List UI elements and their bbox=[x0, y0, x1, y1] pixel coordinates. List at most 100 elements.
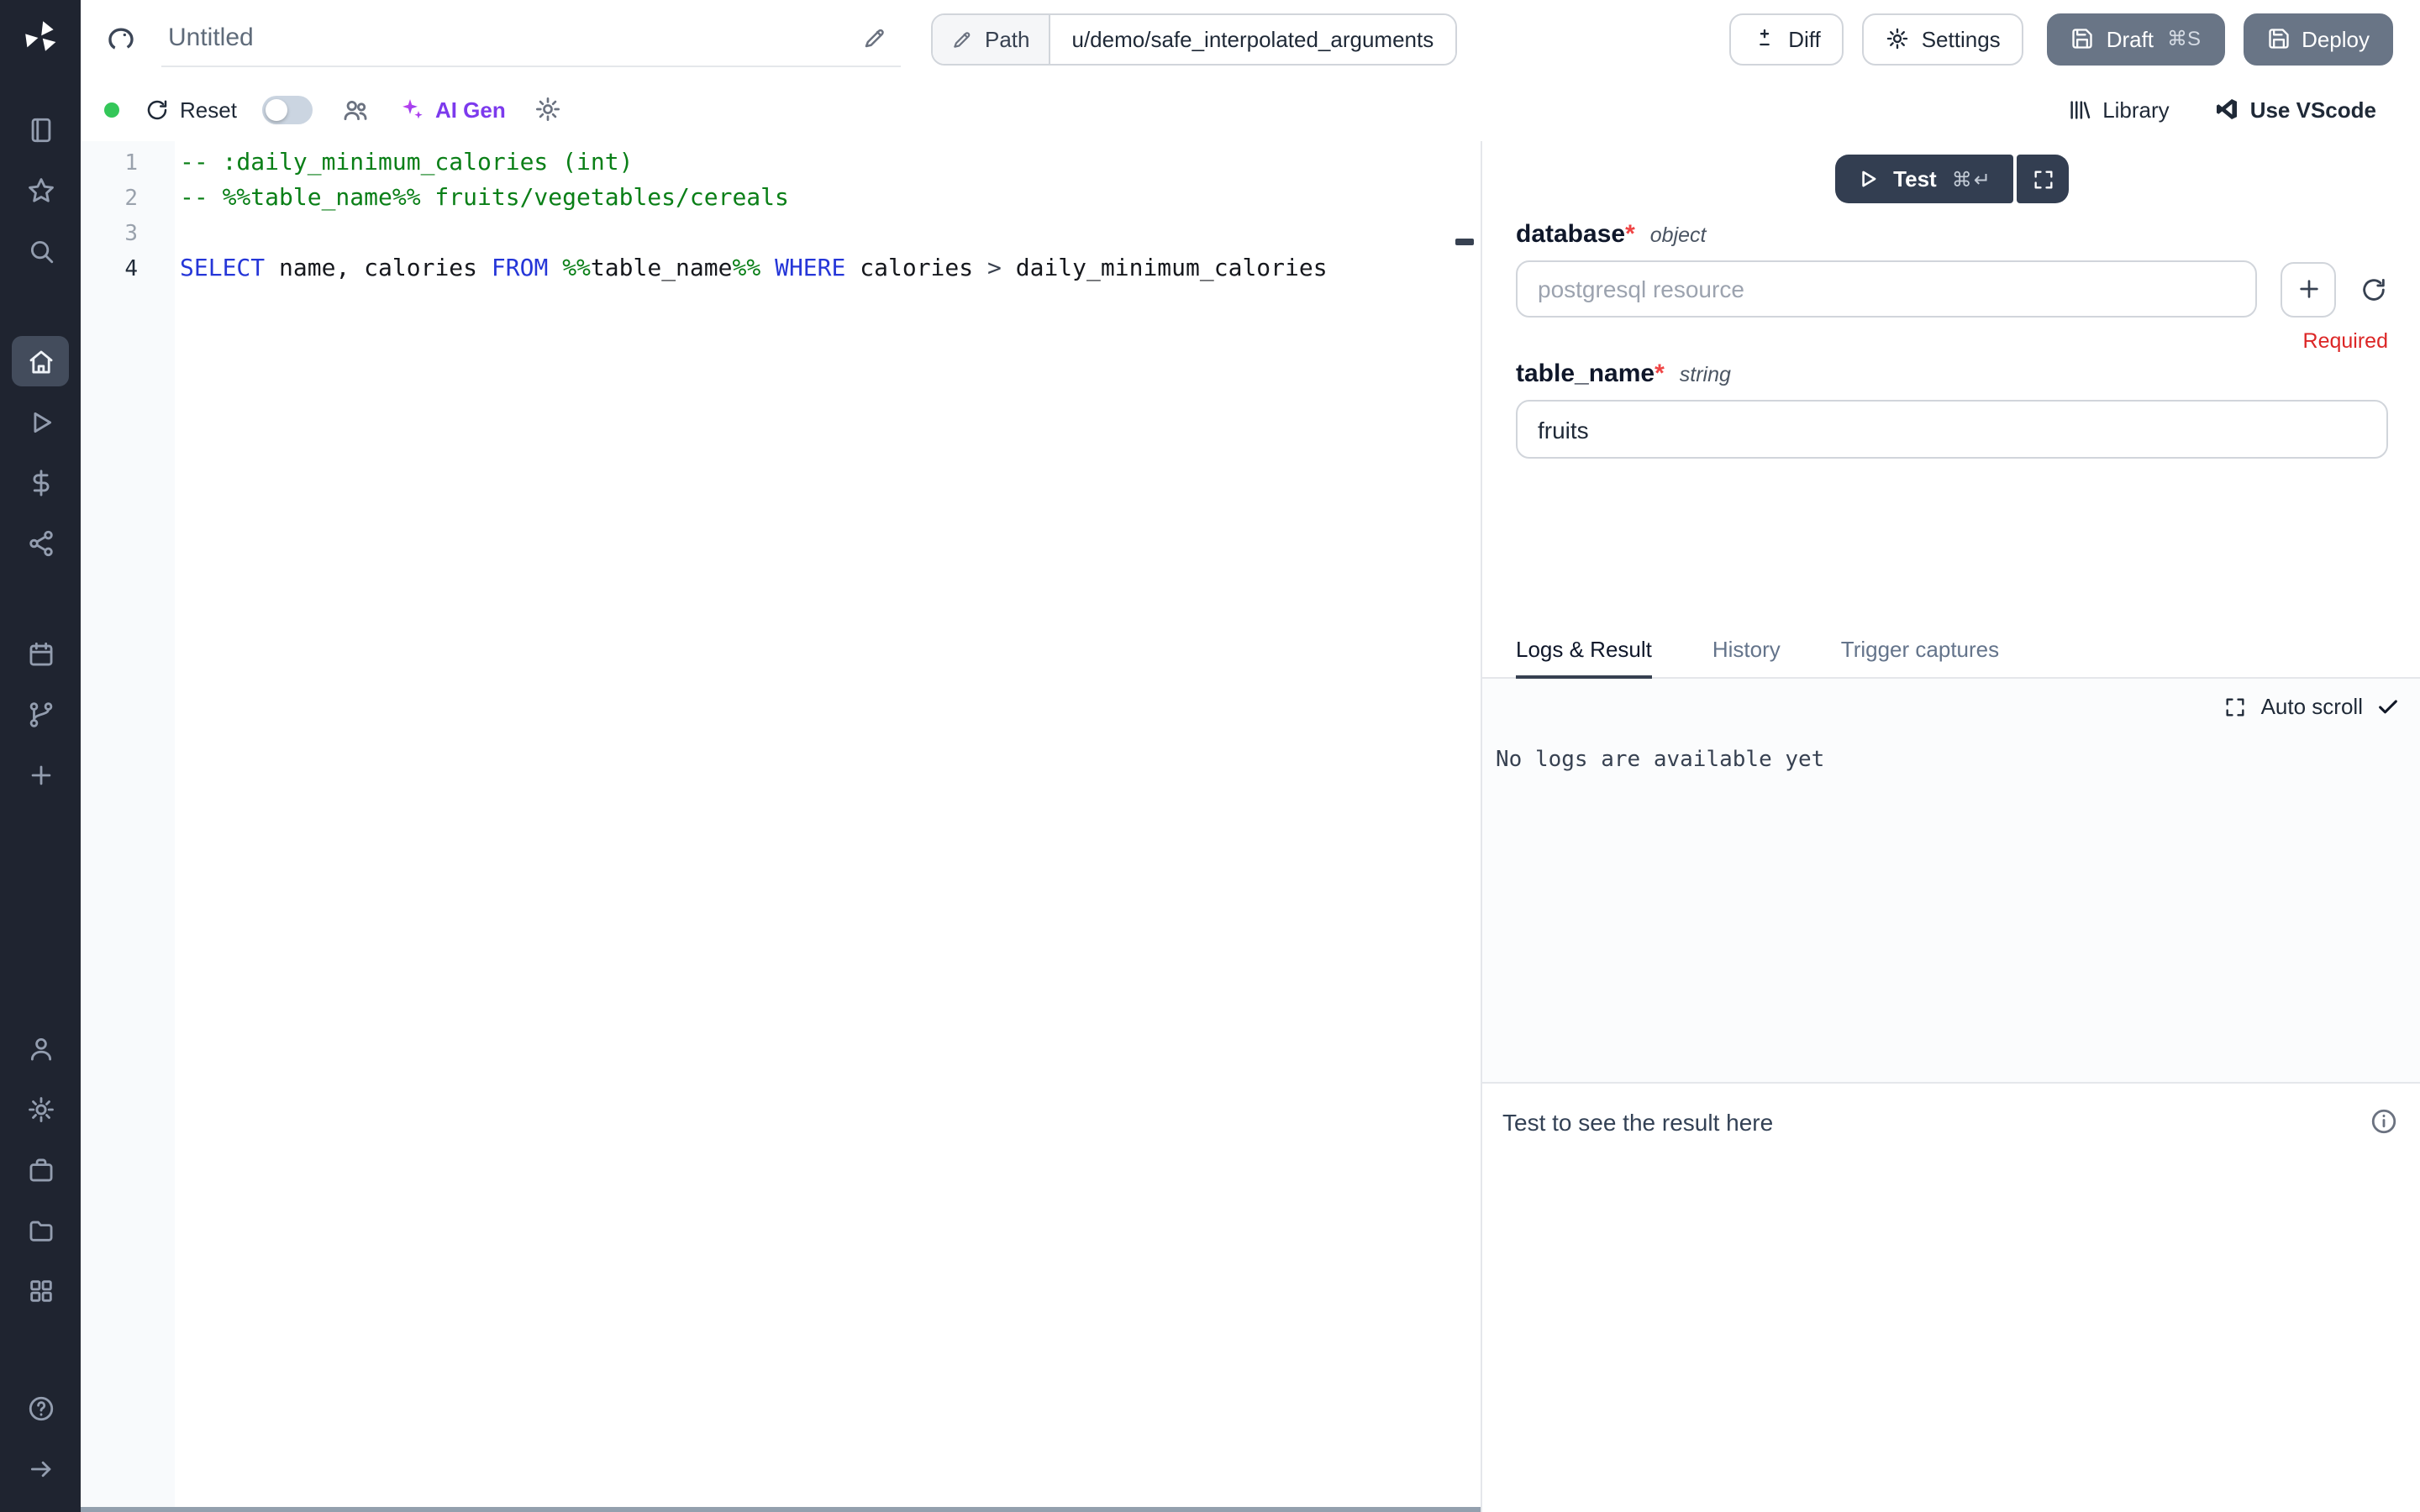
table-name-field-label: table_name* string bbox=[1516, 360, 2388, 388]
editor-gutter bbox=[81, 141, 175, 1512]
logs-empty-message: No logs are available yet bbox=[1496, 748, 1824, 773]
header-actions: Diff Settings Draft ⌘S Deploy bbox=[1729, 13, 2393, 65]
folder-icon[interactable] bbox=[12, 1205, 69, 1255]
resources-share-icon[interactable] bbox=[12, 517, 69, 568]
path-value[interactable]: u/demo/safe_interpolated_arguments bbox=[1050, 14, 1456, 63]
book-icon[interactable] bbox=[12, 104, 69, 155]
test-split-button: Test ⌘↵ bbox=[1834, 155, 2070, 203]
line-number-active: 4 bbox=[81, 252, 138, 287]
plus-icon bbox=[2295, 276, 2322, 302]
required-asterisk: * bbox=[1625, 220, 1635, 249]
save-icon bbox=[2266, 27, 2290, 50]
flows-branch-icon[interactable] bbox=[12, 689, 69, 739]
ai-gen-button[interactable]: AI Gen bbox=[398, 96, 506, 123]
line-number: 1 bbox=[81, 146, 138, 181]
add-resource-button[interactable] bbox=[2281, 261, 2336, 317]
code-line-2[interactable]: 2 -- %%table_name%% fruits/vegetables/ce… bbox=[81, 181, 1481, 217]
test-button[interactable]: Test ⌘↵ bbox=[1834, 155, 2014, 203]
schedules-calendar-icon[interactable] bbox=[12, 628, 69, 679]
path-label-segment[interactable]: Path bbox=[933, 14, 1050, 63]
sidebar bbox=[0, 0, 81, 1512]
field-type: string bbox=[1680, 363, 1731, 386]
gear-icon[interactable] bbox=[12, 1084, 69, 1134]
deploy-button[interactable]: Deploy bbox=[2243, 13, 2393, 65]
postgresql-icon bbox=[104, 22, 138, 55]
diff-button[interactable]: Diff bbox=[1729, 13, 1844, 65]
main-area: Untitled Path u/demo/safe_interpolated_a… bbox=[81, 0, 2420, 1512]
run-form: Test ⌘↵ database* object bbox=[1482, 141, 2420, 628]
path-field[interactable]: Path u/demo/safe_interpolated_arguments bbox=[931, 13, 1457, 65]
check-icon bbox=[2376, 695, 2400, 718]
draft-button[interactable]: Draft ⌘S bbox=[2048, 13, 2224, 65]
expand-icon bbox=[2032, 167, 2055, 191]
code-editor[interactable]: 1 -- :daily_minimum_calories (int) 2 -- … bbox=[81, 141, 1481, 1512]
database-input[interactable] bbox=[1516, 260, 2257, 318]
script-title-box[interactable]: Untitled bbox=[161, 11, 901, 66]
code-line-4[interactable]: 4 SELECT name, calories FROM %%table_nam… bbox=[81, 252, 1481, 287]
tab-trigger-captures[interactable]: Trigger captures bbox=[1841, 637, 1999, 677]
refresh-icon bbox=[2360, 275, 2388, 303]
edit-title-pencil-icon[interactable] bbox=[859, 22, 891, 54]
settings-button[interactable]: Settings bbox=[1863, 13, 2024, 65]
auto-scroll-label[interactable]: Auto scroll bbox=[2261, 694, 2363, 719]
refresh-resources-button[interactable] bbox=[2360, 275, 2388, 303]
result-hint: Test to see the result here bbox=[1502, 1109, 2396, 1136]
auto-scroll-control[interactable]: Auto scroll bbox=[2224, 694, 2400, 719]
expand-icon[interactable] bbox=[2224, 695, 2248, 718]
help-icon[interactable] bbox=[12, 1383, 69, 1433]
test-expand-button[interactable] bbox=[2018, 155, 2070, 203]
tab-history[interactable]: History bbox=[1712, 637, 1781, 677]
test-shortcut: ⌘↵ bbox=[1952, 167, 1992, 191]
info-icon[interactable] bbox=[2370, 1107, 2398, 1136]
required-asterisk: * bbox=[1655, 360, 1665, 388]
vscode-icon bbox=[2213, 96, 2240, 123]
search-icon[interactable] bbox=[12, 225, 69, 276]
content-split: 1 -- :daily_minimum_calories (int) 2 -- … bbox=[81, 141, 2420, 1512]
line-number: 2 bbox=[81, 181, 138, 217]
variables-dollar-icon[interactable] bbox=[12, 457, 69, 507]
result-tabs: Logs & Result History Trigger captures bbox=[1482, 628, 2420, 679]
library-button[interactable]: Library bbox=[2067, 97, 2170, 122]
table-name-input[interactable] bbox=[1516, 400, 2388, 459]
editor-toolbar: Reset AI Gen Library bbox=[81, 77, 2420, 141]
field-type: object bbox=[1650, 223, 1707, 247]
run-panel: Test ⌘↵ database* object bbox=[1481, 141, 2420, 1512]
required-note: Required bbox=[1516, 329, 2388, 353]
line-number: 3 bbox=[81, 217, 138, 252]
use-vscode-button[interactable]: Use VScode bbox=[2213, 96, 2376, 123]
pencil-icon bbox=[951, 28, 973, 50]
home-icon[interactable] bbox=[12, 336, 69, 386]
top-header: Untitled Path u/demo/safe_interpolated_a… bbox=[81, 0, 2420, 77]
users-icon[interactable] bbox=[338, 92, 373, 127]
runs-play-icon[interactable] bbox=[12, 396, 69, 447]
diff-icon bbox=[1753, 27, 1776, 50]
logs-panel: Auto scroll No logs are available yet bbox=[1482, 679, 2420, 1084]
collab-toggle[interactable] bbox=[262, 95, 313, 123]
app-window: Untitled Path u/demo/safe_interpolated_a… bbox=[0, 0, 2420, 1512]
tab-logs-result[interactable]: Logs & Result bbox=[1516, 637, 1652, 677]
briefcase-icon[interactable] bbox=[12, 1144, 69, 1194]
sparkles-icon bbox=[398, 96, 425, 123]
save-icon bbox=[2071, 27, 2095, 50]
code-line-3[interactable]: 3 bbox=[81, 217, 1481, 252]
script-title[interactable]: Untitled bbox=[168, 24, 859, 52]
reset-button[interactable]: Reset bbox=[145, 97, 237, 122]
plus-icon[interactable] bbox=[12, 749, 69, 800]
user-icon[interactable] bbox=[12, 1023, 69, 1074]
windmill-logo[interactable] bbox=[18, 15, 62, 59]
gear-icon bbox=[1886, 27, 1910, 50]
scroll-ruler-mark bbox=[1455, 239, 1474, 245]
library-icon bbox=[2067, 97, 2092, 122]
play-icon bbox=[1856, 168, 1878, 190]
result-panel: Test to see the result here bbox=[1482, 1084, 2420, 1512]
database-field-label: database* object bbox=[1516, 220, 2388, 249]
grid-icon[interactable] bbox=[12, 1265, 69, 1315]
draft-shortcut: ⌘S bbox=[2167, 27, 2201, 50]
star-icon[interactable] bbox=[12, 165, 69, 215]
collapse-arrow-right-icon[interactable] bbox=[12, 1443, 69, 1494]
path-label: Path bbox=[985, 26, 1030, 51]
code-line-1[interactable]: 1 -- :daily_minimum_calories (int) bbox=[81, 146, 1481, 181]
status-dot bbox=[104, 102, 119, 117]
bottom-drawer-handle[interactable] bbox=[81, 1507, 1481, 1512]
editor-settings-gear-icon[interactable] bbox=[531, 92, 565, 126]
